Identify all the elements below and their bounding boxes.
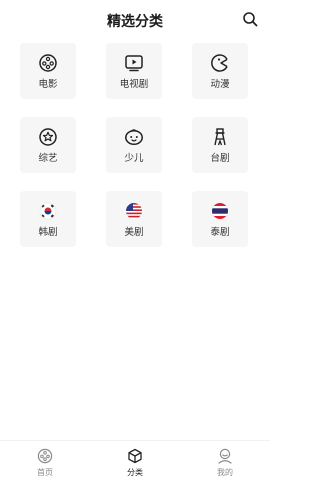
tab-category[interactable]: 分类 [90,441,180,480]
tab-label: 首页 [37,468,53,477]
star-icon [39,127,57,146]
category-label: 动漫 [210,78,230,90]
category-thai-drama[interactable]: 泰剧 [192,191,248,247]
category-label: 美剧 [124,226,144,238]
category-korean-drama[interactable]: 韩剧 [20,191,76,247]
category-kids[interactable]: 少儿 [106,117,162,173]
category-grid: 电影 电视剧 动漫 综艺 少儿 台剧 韩剧 美剧 泰剧 [20,43,250,247]
film-reel-icon [37,448,53,464]
search-icon[interactable] [242,11,258,27]
tab-label: 我的 [217,468,233,477]
category-tv-series[interactable]: 电视剧 [106,43,162,99]
category-label: 综艺 [38,152,58,164]
thailand-flag-icon [212,202,228,219]
category-label: 电影 [38,78,58,90]
header: 精选分类 [0,0,270,40]
tv-icon [125,54,143,71]
tab-profile[interactable]: 我的 [180,441,270,480]
category-movie[interactable]: 电影 [20,43,76,99]
tab-label: 分类 [127,468,143,477]
category-us-drama[interactable]: 美剧 [106,191,162,247]
category-label: 电视剧 [119,78,149,90]
page-title: 精选分类 [107,14,163,30]
tower-icon [214,127,226,145]
category-taiwan-drama[interactable]: 台剧 [192,117,248,173]
tab-home[interactable]: 首页 [0,441,90,480]
category-label: 台剧 [210,152,230,164]
category-anime[interactable]: 动漫 [192,43,248,99]
category-label: 泰剧 [210,226,230,238]
film-reel-icon [39,53,57,72]
pacman-icon [211,53,228,72]
korea-flag-icon [39,202,57,219]
category-label: 少儿 [124,152,144,164]
child-face-icon [125,128,143,145]
category-label: 韩剧 [38,226,58,238]
usa-flag-icon [126,202,142,219]
user-icon [218,448,232,464]
cube-icon [128,448,142,464]
bottom-tab-bar: 首页 分类 我的 [0,440,270,480]
category-variety[interactable]: 综艺 [20,117,76,173]
